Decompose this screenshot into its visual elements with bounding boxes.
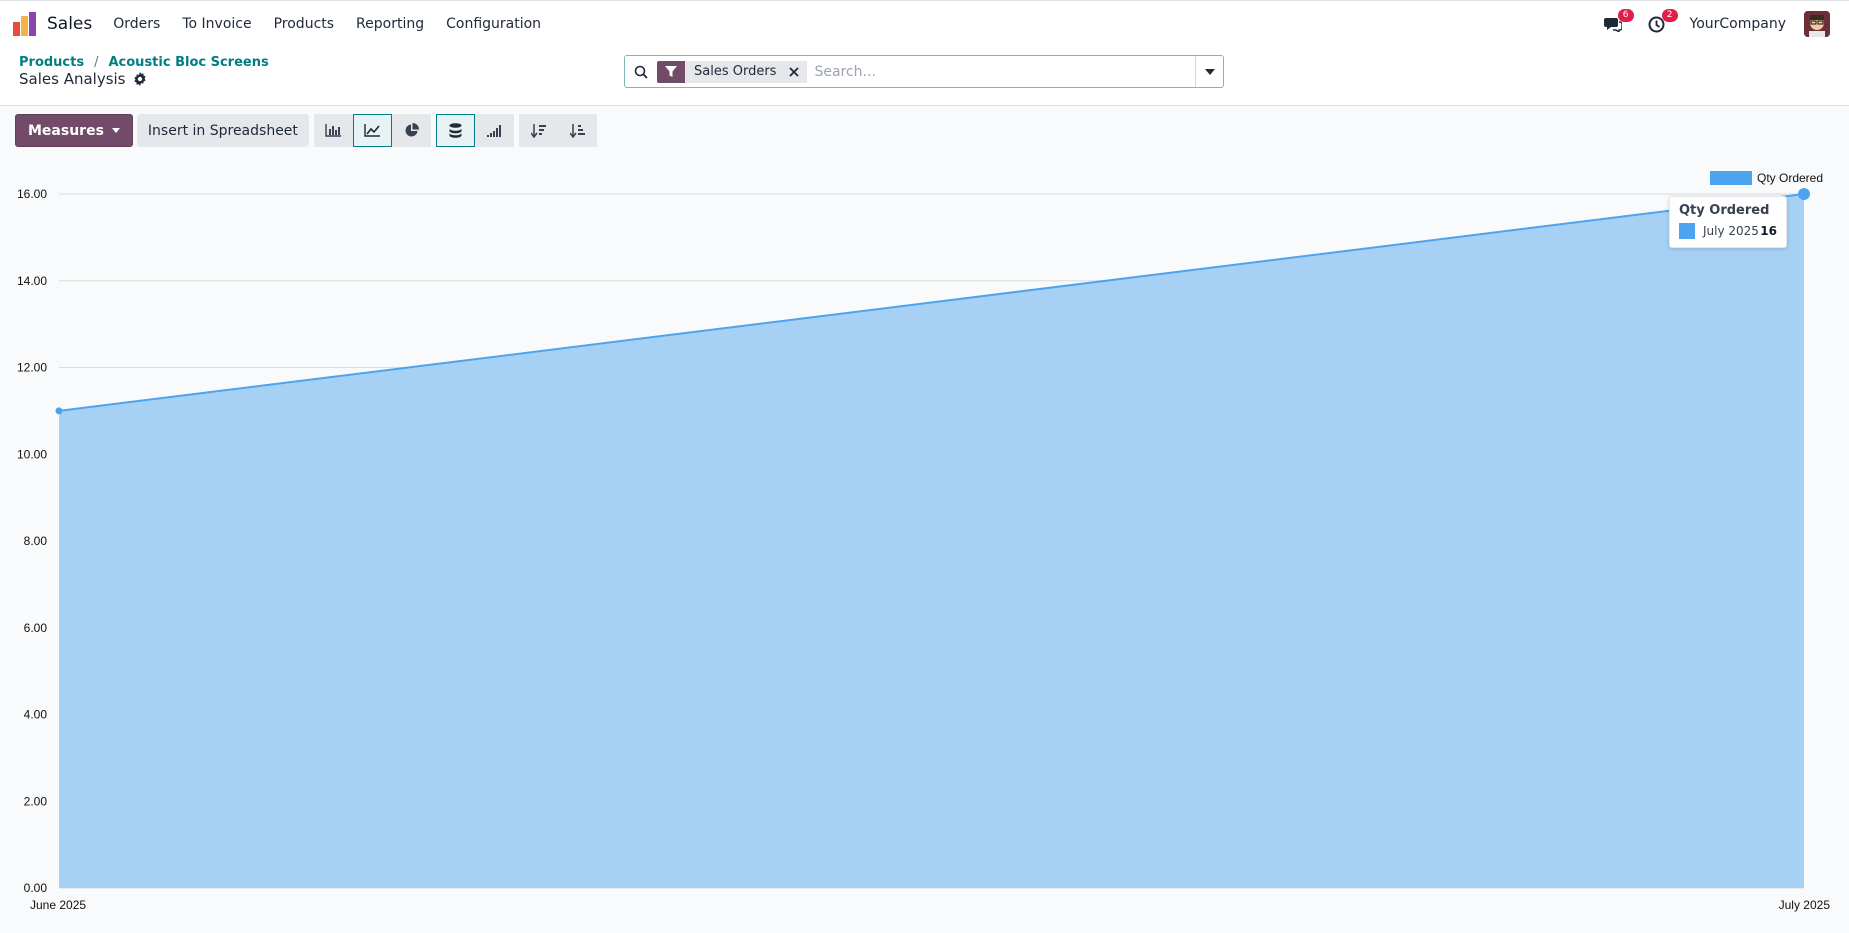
gear-icon[interactable] (133, 72, 147, 86)
series-area (59, 194, 1804, 888)
graph-area: 0.00 2.00 4.00 6.00 8.00 10.00 12.00 14.00 16.00… (0, 160, 1849, 933)
remove-facet-close-icon[interactable] (785, 66, 807, 77)
chart-options-group (435, 114, 514, 147)
tooltip-title: Qty Ordered (1679, 203, 1770, 218)
measures-label: Measures (28, 122, 104, 139)
line-chart-icon (364, 124, 381, 137)
cumulative-toggle-button[interactable] (474, 114, 514, 147)
user-avatar[interactable] (1804, 11, 1830, 37)
breadcrumb-products[interactable]: Products (19, 55, 84, 70)
sales-app-icon[interactable] (13, 12, 37, 36)
top-navbar: Sales Orders To Invoice Products Reporti… (0, 0, 1849, 47)
tooltip-value: 16 (1760, 224, 1777, 238)
chart-type-group (313, 114, 431, 147)
pie-chart-button[interactable] (391, 114, 431, 147)
activities-badge: 2 (1661, 9, 1678, 22)
sort-ascending-button[interactable] (557, 114, 597, 147)
sort-group (518, 114, 597, 147)
search-icon (625, 65, 657, 79)
y-tick-label: 6.00 (24, 621, 48, 635)
y-tick-label: 0.00 (24, 881, 48, 895)
y-tick-label: 8.00 (24, 534, 48, 548)
tooltip-label: July 2025 (1703, 224, 1759, 238)
y-tick-label: 14.00 (17, 274, 47, 288)
menu-orders[interactable]: Orders (102, 16, 171, 32)
menu-to-invoice[interactable]: To Invoice (171, 16, 262, 32)
sort-ascending-icon (569, 123, 585, 138)
bar-chart-button[interactable] (313, 114, 353, 147)
x-tick-label: June 2025 (30, 898, 86, 912)
line-chart[interactable]: 0.00 2.00 4.00 6.00 8.00 10.00 12.00 14.00 16.00… (0, 160, 1849, 933)
breadcrumb-separator: / (94, 55, 99, 70)
messages-badge: 6 (1617, 9, 1634, 22)
company-switcher[interactable]: YourCompany (1690, 16, 1787, 32)
insert-in-spreadsheet-button[interactable]: Insert in Spreadsheet (136, 114, 309, 147)
breadcrumb-acoustic-bloc-screens[interactable]: Acoustic Bloc Screens (108, 55, 268, 70)
app-name[interactable]: Sales (47, 14, 92, 34)
facet-value: Sales Orders (694, 64, 777, 79)
measures-button[interactable]: Measures (15, 114, 133, 147)
search-options-toggle[interactable] (1195, 56, 1223, 87)
database-stack-icon (449, 123, 462, 138)
data-point (55, 407, 63, 415)
page-title: Sales Analysis (19, 70, 126, 88)
search-input[interactable] (811, 57, 1195, 86)
menu-products[interactable]: Products (263, 16, 345, 32)
breadcrumb: Products / Acoustic Bloc Screens (19, 55, 269, 70)
cumulative-bars-icon (486, 124, 501, 137)
legend-swatch (1710, 171, 1752, 185)
y-tick-label: 12.00 (17, 361, 47, 375)
search-facet: Sales Orders (657, 60, 808, 83)
caret-down-icon (111, 128, 120, 133)
y-tick-label: 10.00 (17, 447, 47, 461)
pie-chart-icon (405, 123, 419, 137)
stacked-toggle-button[interactable] (435, 114, 475, 147)
y-tick-label: 2.00 (24, 794, 48, 808)
filter-icon (657, 60, 685, 83)
activities-clock-icon[interactable]: 2 (1646, 9, 1678, 35)
tooltip-row: July 2025 16 (1679, 223, 1777, 239)
sort-descending-icon (530, 123, 546, 138)
y-tick-label: 16.00 (17, 187, 47, 201)
messages-icon[interactable]: 6 (1602, 9, 1634, 35)
control-panel: Products / Acoustic Bloc Screens Sales A… (0, 47, 1849, 106)
y-tick-label: 4.00 (24, 708, 48, 722)
x-tick-label: July 2025 (1779, 898, 1831, 912)
systray: 6 2 YourCompany (1602, 9, 1849, 37)
menu-configuration[interactable]: Configuration (435, 16, 552, 32)
data-point (1798, 188, 1810, 200)
line-chart-button[interactable] (352, 114, 392, 147)
caret-down-icon (1204, 68, 1215, 75)
menu-reporting[interactable]: Reporting (345, 16, 435, 32)
chart-tooltip: Qty Ordered July 2025 16 (1669, 196, 1787, 248)
page-title-row: Sales Analysis (19, 70, 147, 88)
tooltip-swatch (1679, 223, 1695, 239)
legend-label: Qty Ordered (1757, 171, 1823, 185)
sort-descending-button[interactable] (518, 114, 558, 147)
search-bar: Sales Orders (624, 55, 1224, 88)
bar-chart-icon (325, 124, 342, 137)
graph-toolbar: Measures Insert in Spreadsheet (15, 114, 597, 147)
